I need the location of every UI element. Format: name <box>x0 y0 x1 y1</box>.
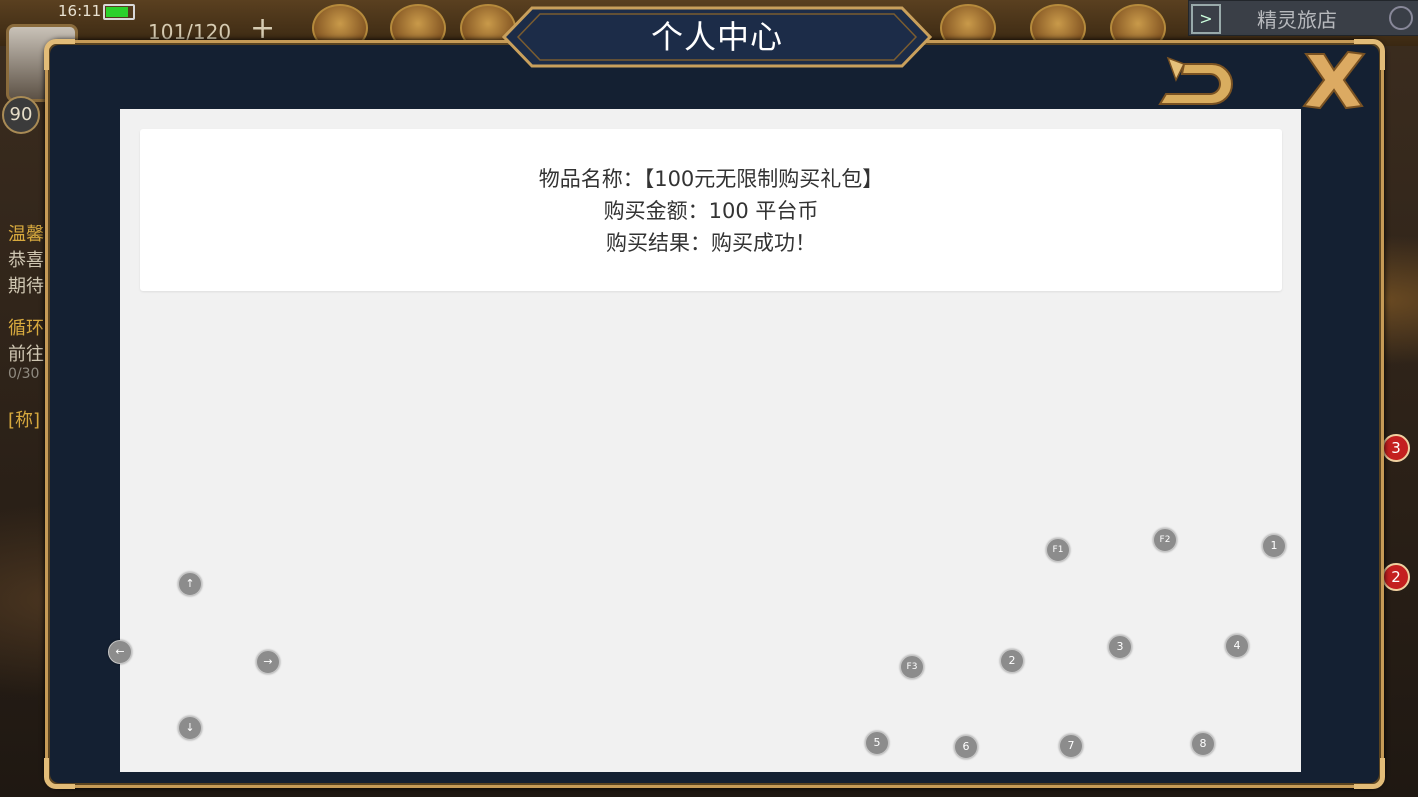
side-quest-line: 恭喜 <box>8 250 44 271</box>
dialog-title: 个人中心 <box>650 18 783 56</box>
search-icon[interactable] <box>1389 6 1413 30</box>
key-3-button[interactable]: 3 <box>1108 635 1132 659</box>
key-5-button[interactable]: 5 <box>865 731 889 755</box>
item-name-line: 物品名称：【100元无限制购买礼包】 <box>538 167 884 191</box>
back-button[interactable] <box>1154 56 1240 108</box>
purchase-result-line: 购买结果：购买成功！ <box>606 231 816 255</box>
frame-corner <box>44 39 75 70</box>
side-quest-line: 期待 <box>8 276 44 297</box>
close-button[interactable] <box>1302 50 1366 110</box>
spirit-inn-tab[interactable]: > 精灵旅店 <box>1188 0 1418 36</box>
frame-corner <box>44 758 75 789</box>
purchase-result-card: 物品名称：【100元无限制购买礼包】 购买金额：100 平台币 购买结果：购买成… <box>140 129 1282 291</box>
key-up-button[interactable]: ↑ <box>178 572 202 596</box>
key-2-button[interactable]: 2 <box>1000 649 1024 673</box>
close-icon <box>1302 50 1366 110</box>
key-f3-button[interactable]: F3 <box>900 655 924 679</box>
key-right-button[interactable]: → <box>256 650 280 674</box>
notification-badge: 2 <box>1382 563 1410 591</box>
key-1-button[interactable]: 1 <box>1262 534 1286 558</box>
purchase-amount-line: 购买金额：100 平台币 <box>603 199 819 223</box>
dialog-title-plate: 个人中心 <box>502 6 932 68</box>
side-quest-title: 温馨 <box>8 224 44 245</box>
key-7-button[interactable]: 7 <box>1059 734 1083 758</box>
player-level-badge: 90 <box>2 96 40 134</box>
clock-text: 16:11 <box>58 2 102 20</box>
key-6-button[interactable]: 6 <box>954 735 978 759</box>
battery-icon <box>103 4 135 20</box>
content-area: 物品名称：【100元无限制购买礼包】 购买金额：100 平台币 购买结果：购买成… <box>108 109 1301 772</box>
return-arrow-icon <box>1158 56 1233 105</box>
side-quest-title: [称] <box>8 410 41 431</box>
frame-corner <box>1354 758 1385 789</box>
key-f1-button[interactable]: F1 <box>1046 538 1070 562</box>
expand-arrow-icon[interactable]: > <box>1191 4 1221 34</box>
side-quest-title: 循环 <box>8 318 44 339</box>
side-quest-line: 前往 <box>8 344 44 365</box>
key-f2-button[interactable]: F2 <box>1153 528 1177 552</box>
key-left-button[interactable]: ← <box>108 640 132 664</box>
spirit-inn-label: 精灵旅店 <box>1257 8 1337 32</box>
key-8-button[interactable]: 8 <box>1191 732 1215 756</box>
key-4-button[interactable]: 4 <box>1225 634 1249 658</box>
side-quest-progress: 0/30 <box>8 366 40 382</box>
key-down-button[interactable]: ↓ <box>178 716 202 740</box>
notification-badge: 3 <box>1382 434 1410 462</box>
